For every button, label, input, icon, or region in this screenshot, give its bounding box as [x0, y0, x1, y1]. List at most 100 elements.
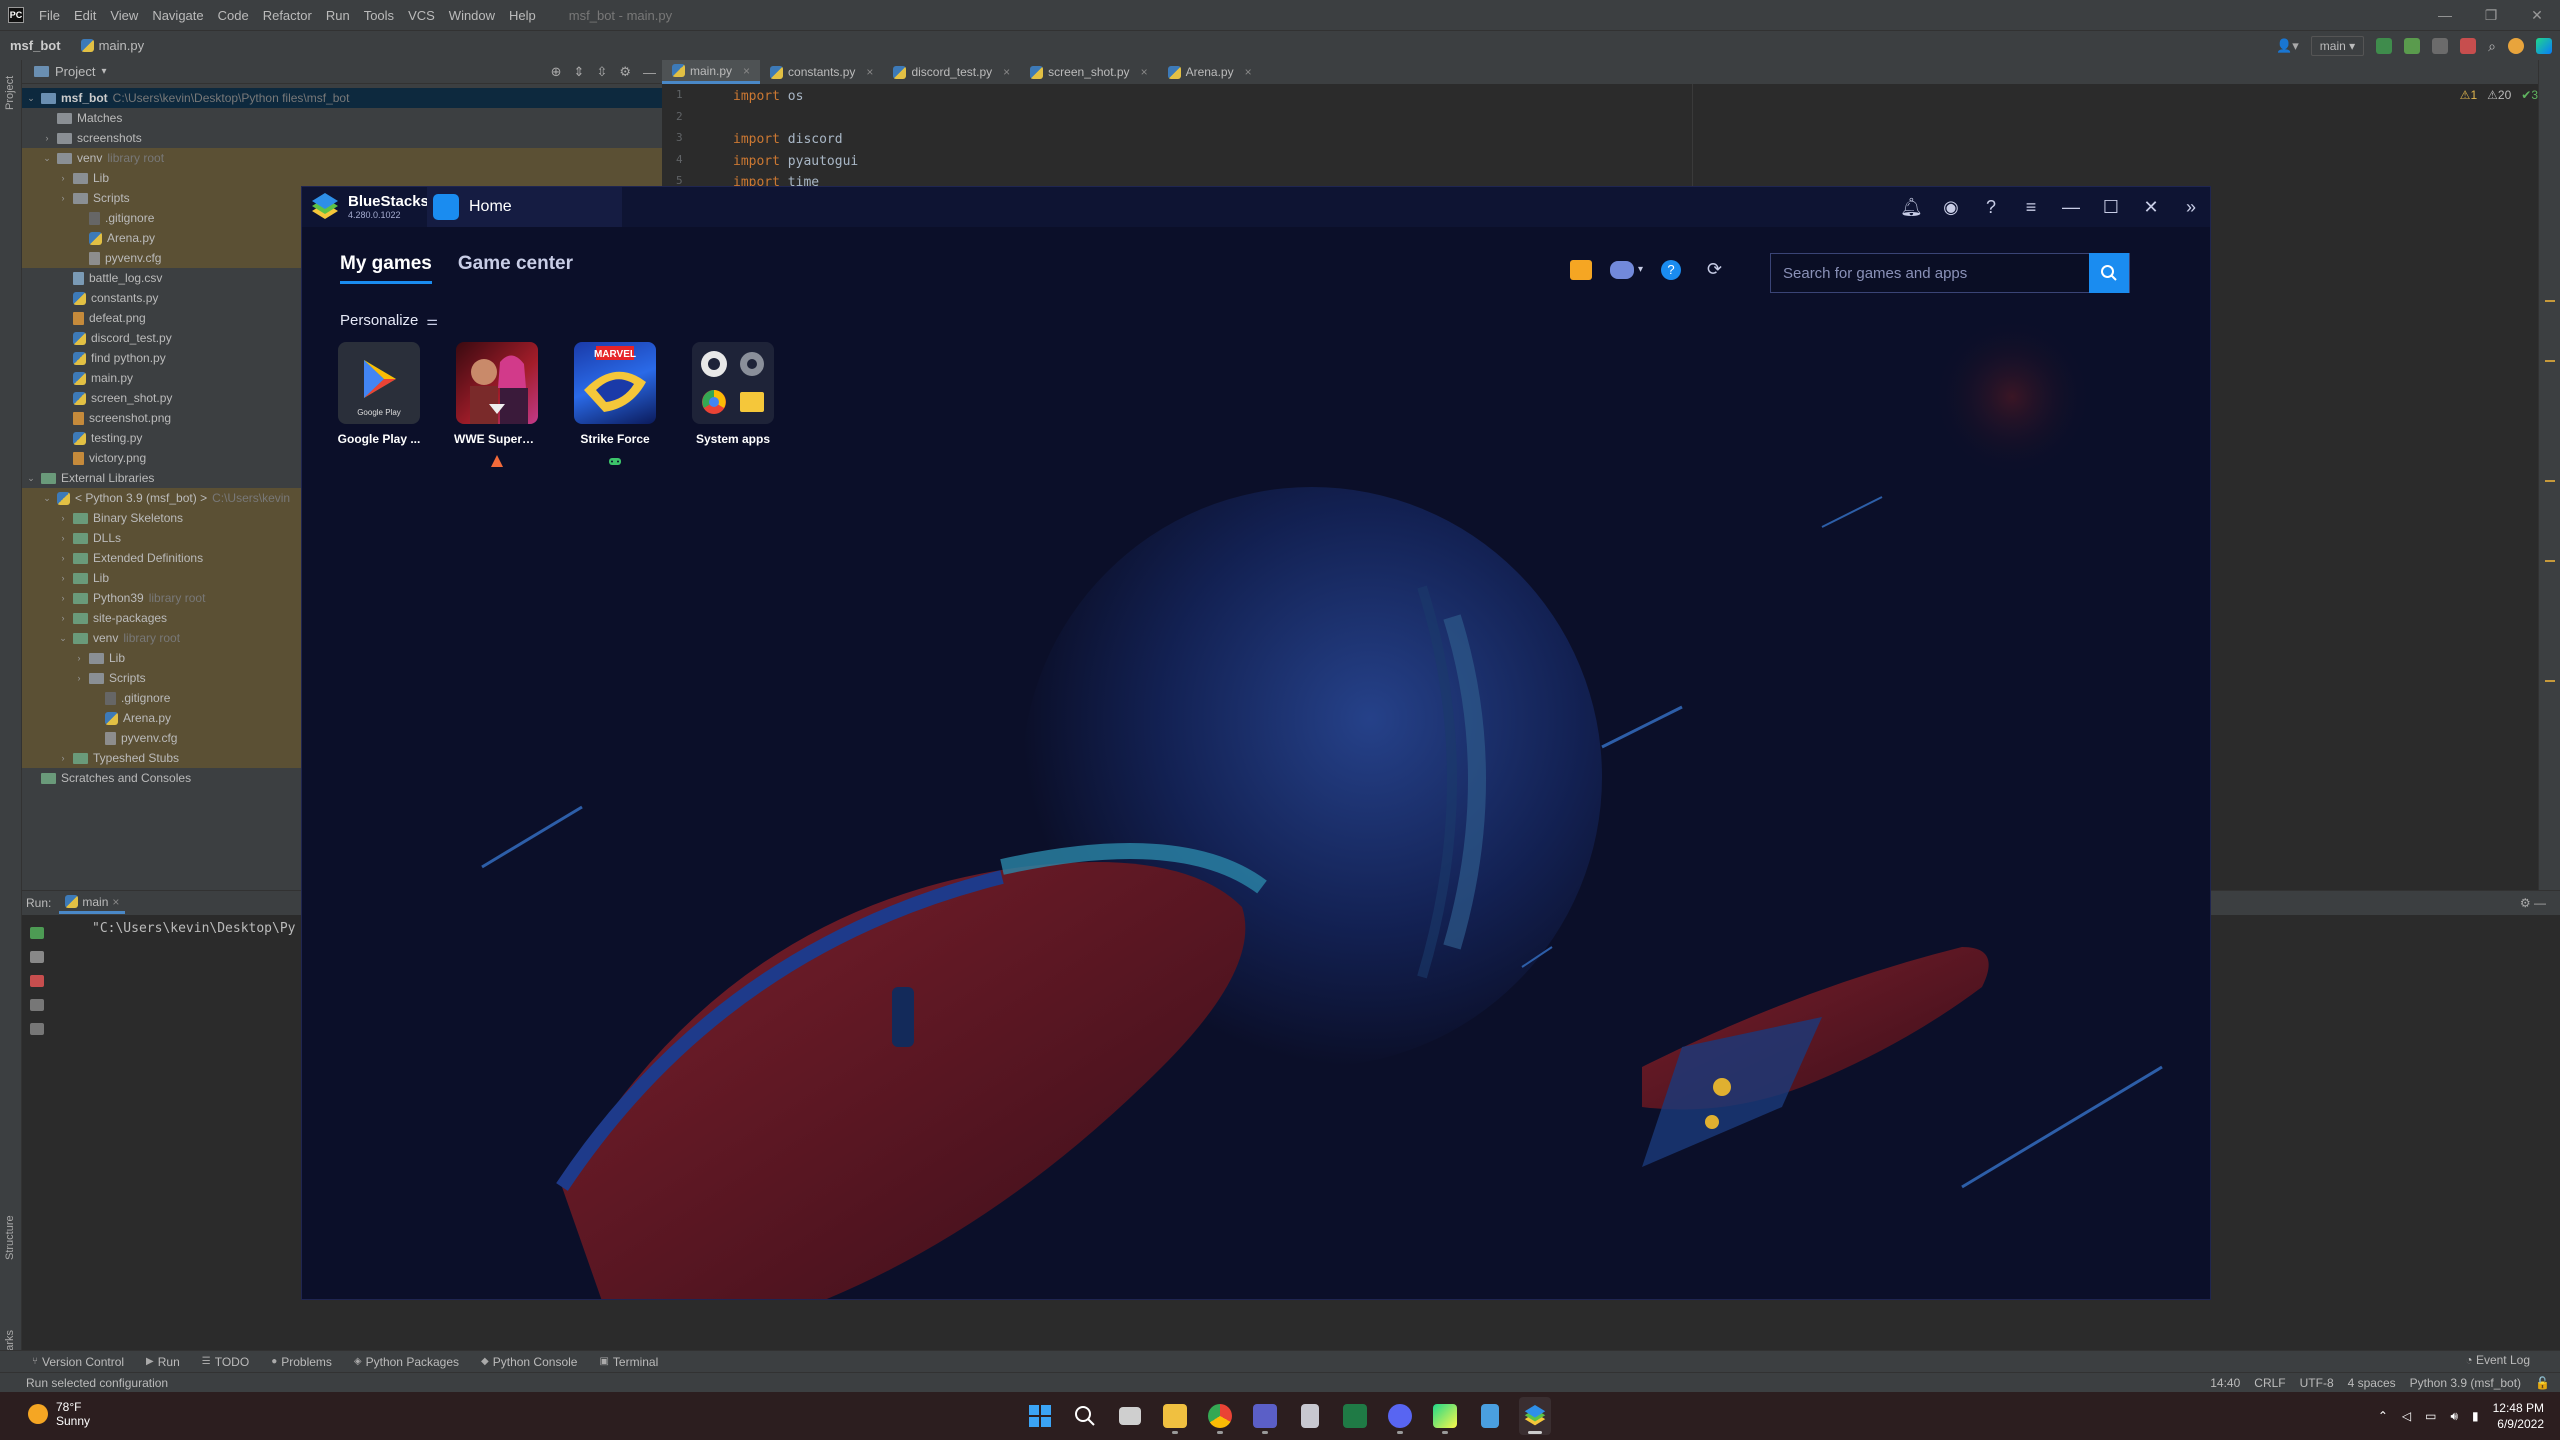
tree-item[interactable]: Matches — [22, 108, 662, 128]
code-line[interactable]: import discord — [733, 129, 858, 151]
menu-item-navigate[interactable]: Navigate — [145, 8, 210, 23]
volume-icon[interactable]: 🔊︎ — [2450, 1409, 2458, 1424]
taskbar-file-explorer[interactable] — [1159, 1397, 1191, 1435]
breadcrumb-file[interactable]: main.py — [71, 38, 155, 53]
file-encoding[interactable]: UTF-8 — [2300, 1376, 2334, 1390]
tool-tab-terminal[interactable]: ▣ Terminal — [599, 1355, 658, 1369]
chevron-down-icon[interactable]: ⌄ — [58, 633, 68, 644]
wrench-icon[interactable] — [30, 951, 44, 963]
updates-icon[interactable] — [2508, 38, 2524, 54]
close-icon[interactable]: × — [1141, 65, 1148, 79]
editor-tab[interactable]: main.py × — [662, 60, 761, 84]
lock-icon[interactable]: 🔓 — [2535, 1376, 2550, 1390]
tree-item[interactable]: ⌄ venv library root — [22, 148, 662, 168]
menu-item-vcs[interactable]: VCS — [401, 8, 442, 23]
menu-item-run[interactable]: Run — [319, 8, 357, 23]
close-icon[interactable]: ✕ — [2514, 0, 2560, 30]
collapse-all-icon[interactable]: ⇳ — [596, 64, 607, 80]
search-icon[interactable]: ⌕ — [2488, 38, 2496, 55]
chevron-right-icon[interactable]: › — [58, 173, 68, 183]
tool-tab-problems[interactable]: ● Problems — [271, 1355, 332, 1369]
caret-position[interactable]: 14:40 — [2210, 1376, 2240, 1390]
menu-item-refactor[interactable]: Refactor — [256, 8, 319, 23]
start-button[interactable] — [1024, 1397, 1056, 1435]
menu-item-window[interactable]: Window — [442, 8, 502, 23]
taskbar-notepad[interactable] — [1474, 1397, 1506, 1435]
chevron-right-icon[interactable]: › — [74, 673, 84, 683]
task-view[interactable] — [1114, 1397, 1146, 1435]
battery-icon[interactable]: ▮ — [2472, 1409, 2479, 1423]
tree-item[interactable]: › screenshots — [22, 128, 662, 148]
help-circle-icon[interactable]: ? — [1661, 259, 1682, 280]
discord-icon[interactable] — [1610, 260, 1634, 279]
project-panel-title[interactable]: Project — [55, 64, 95, 79]
run-tab-main[interactable]: main × — [59, 893, 126, 914]
stop-icon[interactable] — [2460, 38, 2477, 54]
close-icon[interactable]: × — [112, 895, 119, 909]
editor-tab[interactable]: Arena.py × — [1158, 60, 1262, 84]
editor-tab[interactable]: discord_test.py × — [883, 60, 1020, 84]
minimize-icon[interactable]: — — [2060, 196, 2082, 218]
gift-icon[interactable] — [1570, 259, 1592, 280]
menu-item-code[interactable]: Code — [211, 8, 256, 23]
code-line[interactable]: import os — [733, 86, 858, 108]
rerun-icon[interactable] — [2376, 38, 2393, 54]
gear-icon[interactable]: ⚙ — [619, 64, 631, 80]
breadcrumb-project[interactable]: msf_bot — [0, 38, 71, 53]
restore-icon[interactable]: ❐ — [2468, 0, 2514, 30]
code-line[interactable] — [733, 108, 858, 130]
personalize-button[interactable]: Personalize ⚌ — [340, 312, 438, 329]
run-config-selector[interactable]: main ▾ — [2310, 36, 2365, 56]
line-separator[interactable]: CRLF — [2254, 1376, 2285, 1390]
expand-all-icon[interactable]: ⇕ — [574, 64, 585, 80]
chevron-down-icon[interactable]: ▾ — [101, 66, 106, 77]
search-button[interactable] — [2089, 253, 2129, 293]
code-line[interactable]: import pyautogui — [733, 151, 858, 173]
chevron-right-icon[interactable]: › — [58, 533, 68, 543]
close-icon[interactable]: × — [866, 65, 873, 79]
clock[interactable]: 12:48 PM 6/9/2022 — [2493, 1400, 2544, 1432]
jetbrains-icon[interactable] — [2536, 38, 2552, 54]
account-icon[interactable]: ◉ — [1940, 196, 1962, 218]
tree-item[interactable]: › Lib — [22, 168, 662, 188]
taskbar-teams[interactable] — [1249, 1397, 1281, 1435]
debug-icon[interactable] — [2404, 38, 2421, 54]
menu-item-file[interactable]: File — [32, 8, 67, 23]
tool-tab-python-console[interactable]: ◆ Python Console — [481, 1355, 577, 1369]
menu-item-view[interactable]: View — [103, 8, 145, 23]
chevron-right-icon[interactable]: › — [74, 653, 84, 663]
pin-icon[interactable] — [30, 1023, 44, 1035]
hide-icon[interactable]: — — [643, 65, 656, 80]
editor-tab[interactable]: screen_shot.py × — [1020, 60, 1157, 84]
editor-tab[interactable]: constants.py × — [760, 60, 883, 84]
chevron-right-icon[interactable]: › — [58, 553, 68, 563]
chevron-down-icon[interactable]: ⌄ — [26, 93, 36, 104]
help-icon[interactable]: ? — [1980, 196, 2002, 218]
structure-tool-tab[interactable]: Structure — [4, 1215, 16, 1260]
app-system-apps[interactable]: System apps — [692, 342, 774, 468]
chevron-down-icon[interactable]: ⌄ — [26, 473, 36, 484]
tool-tab-python-packages[interactable]: ◈ Python Packages — [354, 1355, 459, 1369]
app-strike-force[interactable]: MARVEL Strike Force — [574, 342, 656, 468]
menu-item-help[interactable]: Help — [502, 8, 543, 23]
close-icon[interactable]: × — [1003, 65, 1010, 79]
menu-item-tools[interactable]: Tools — [357, 8, 401, 23]
refresh-icon[interactable]: ⟳ — [1707, 259, 1722, 280]
taskbar-excel[interactable] — [1339, 1397, 1371, 1435]
indent-setting[interactable]: 4 spaces — [2348, 1376, 2396, 1390]
taskbar-chrome[interactable] — [1204, 1397, 1236, 1435]
tab-my-games[interactable]: My games — [340, 253, 432, 284]
app-google-play[interactable]: Google Play Google Play ... — [338, 342, 420, 468]
close-icon[interactable]: × — [1245, 65, 1252, 79]
minimize-icon[interactable]: — — [2422, 0, 2468, 30]
menu-item-edit[interactable]: Edit — [67, 8, 103, 23]
tool-tab-run[interactable]: ▶ Run — [146, 1355, 180, 1369]
chevron-right-icon[interactable]: › — [58, 613, 68, 623]
home-tab[interactable]: Home — [427, 187, 622, 227]
gear-icon[interactable]: ⚙ — — [2520, 896, 2546, 910]
tab-game-center[interactable]: Game center — [458, 253, 573, 284]
chevron-right-icon[interactable]: › — [58, 753, 68, 763]
chevron-down-icon[interactable]: ⌄ — [42, 153, 52, 164]
python-interpreter[interactable]: Python 3.9 (msf_bot) — [2410, 1376, 2521, 1390]
app-wwe-supercard[interactable]: WWE SuperC... — [454, 342, 540, 468]
